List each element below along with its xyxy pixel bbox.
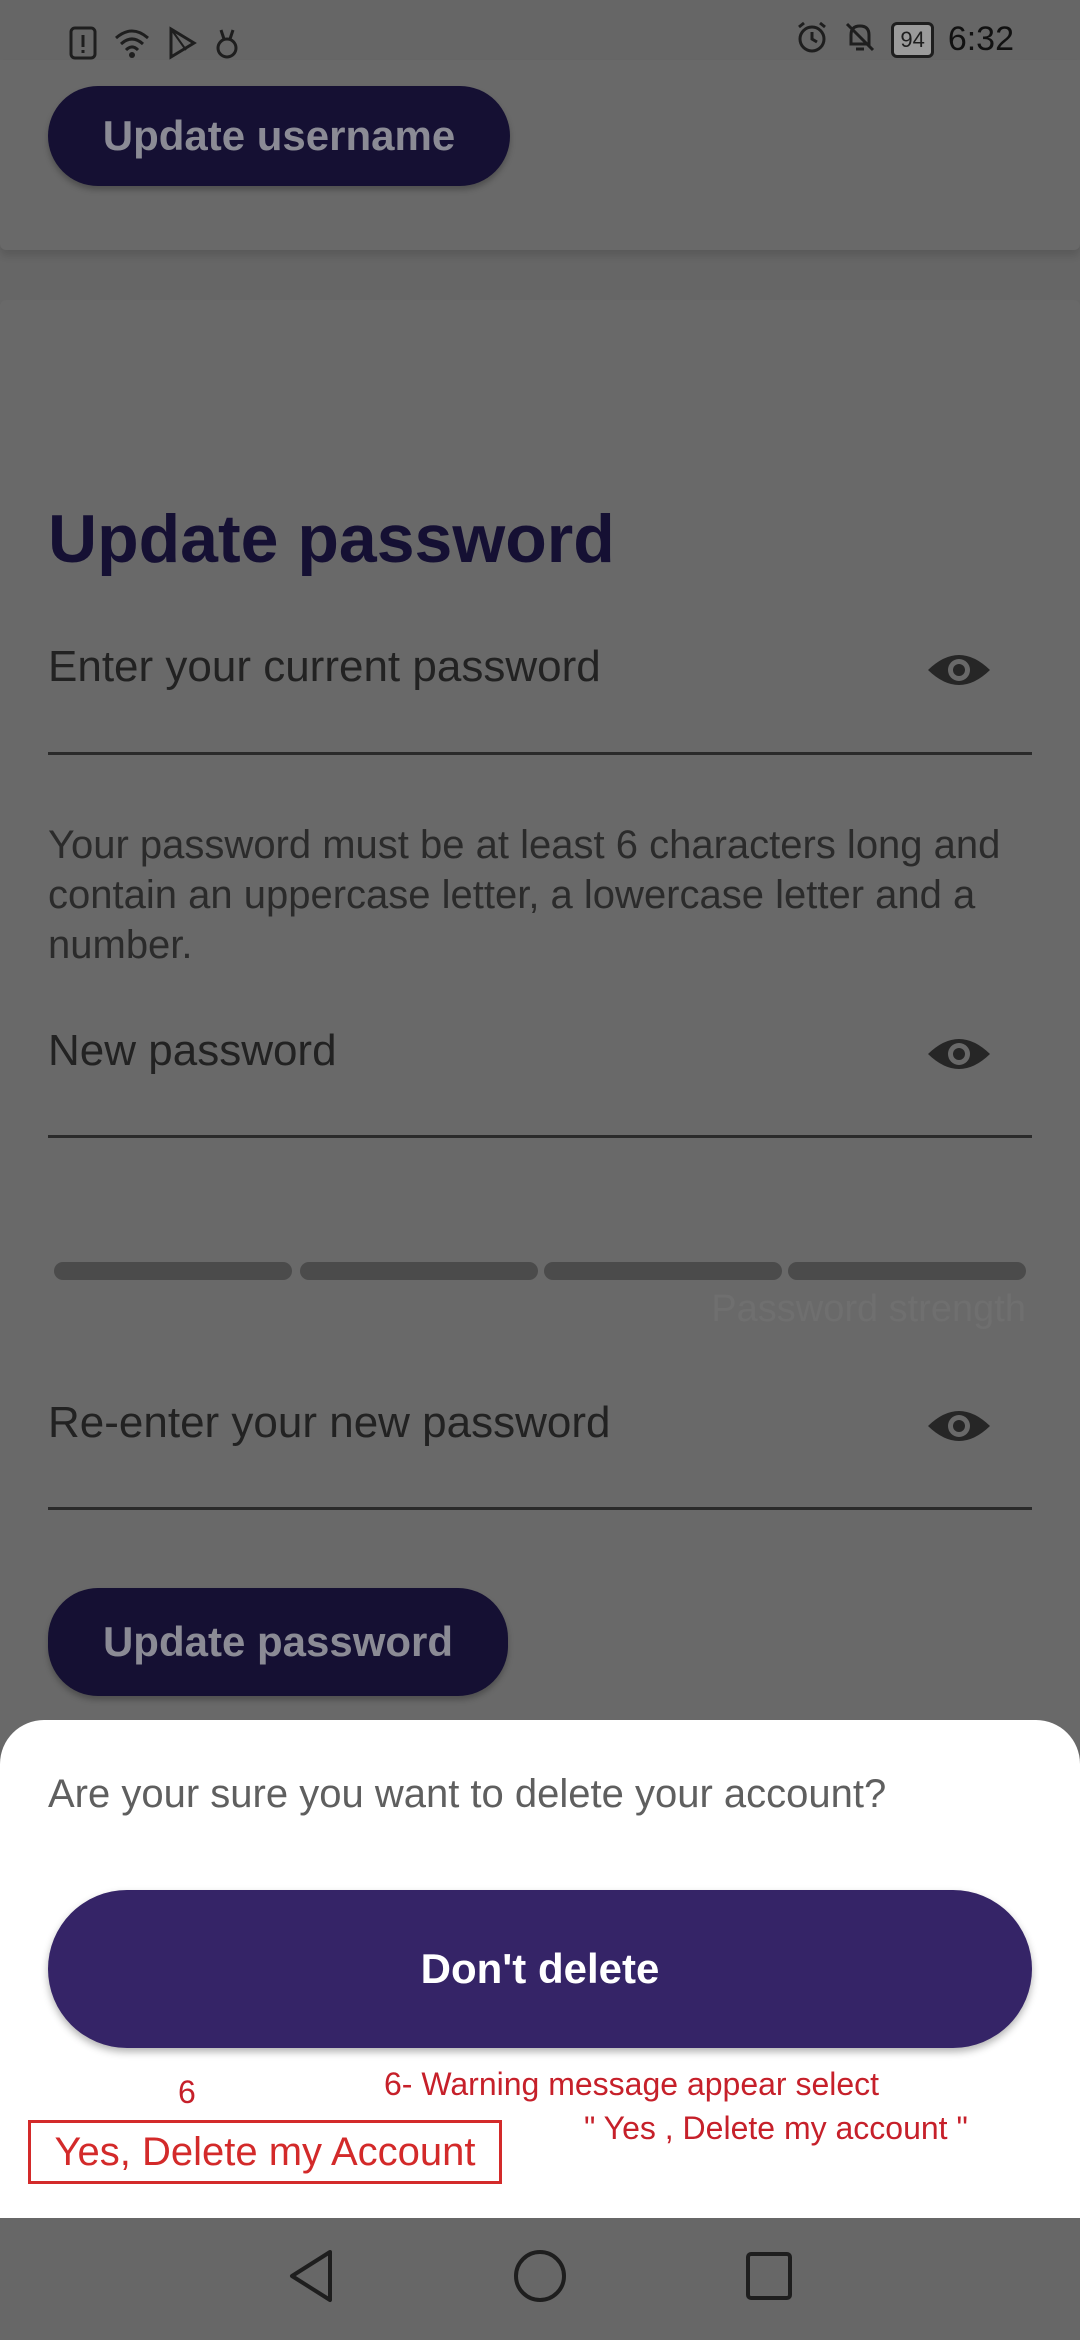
update-password-button[interactable]: Update password [48,1588,508,1696]
reenter-password-field[interactable]: Re-enter your new password [48,1398,610,1448]
page-title: Update password [48,501,615,577]
show-reenter-password-eye-icon[interactable] [926,1404,992,1448]
alarm-icon [795,20,829,59]
password-requirements-hint: Your password must be at least 6 charact… [48,823,1001,967]
annotation-line-2: " Yes , Delete my account " [584,2110,968,2146]
update-username-button[interactable]: Update username [48,86,510,186]
dont-delete-button[interactable]: Don't delete [48,1890,1032,2048]
battery-icon: 94 [891,21,934,58]
password-strength-label: Password strength [711,1288,1026,1330]
annotation-line-1: 6- Warning message appear select [384,2066,880,2102]
status-time: 6:32 [947,20,1014,58]
new-password-field[interactable]: New password [48,1026,337,1076]
system-nav-bar [0,2218,1080,2340]
status-icons-right: 94 6:32 [795,20,1014,59]
strength-segment [544,1262,782,1280]
bell-off-icon [843,20,877,59]
recents-icon[interactable] [744,2250,794,2307]
back-icon[interactable] [286,2248,336,2309]
reenter-password-underline [48,1507,1032,1510]
show-current-password-eye-icon[interactable] [926,648,992,692]
strength-segment [300,1262,538,1280]
home-icon[interactable] [512,2248,568,2309]
confirm-delete-account-button[interactable]: Yes, Delete my Account [28,2120,502,2184]
delete-confirmation-question: Are your sure you want to delete your ac… [48,1772,887,1816]
new-password-underline [48,1135,1032,1138]
strength-segment [54,1262,292,1280]
current-password-underline [48,752,1032,755]
annotation-step-number: 6 [178,2074,196,2110]
strength-segment [788,1262,1026,1280]
current-password-field[interactable]: Enter your current password [48,642,601,692]
show-new-password-eye-icon[interactable] [926,1032,992,1076]
